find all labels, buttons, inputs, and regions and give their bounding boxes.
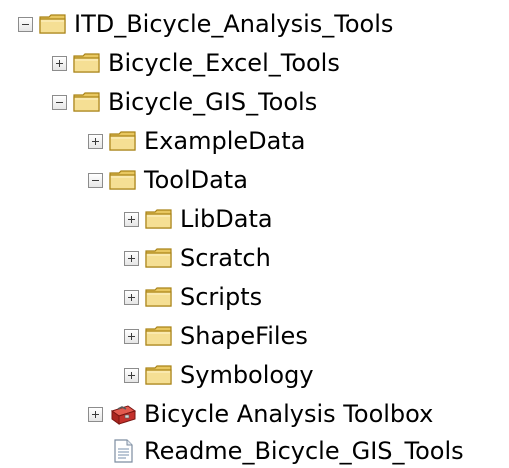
folder-icon bbox=[144, 363, 174, 387]
tree-node-readme[interactable]: Readme_Bicycle_GIS_Tools bbox=[88, 434, 464, 468]
folder-icon bbox=[38, 12, 68, 36]
tree-node-label[interactable]: ToolData bbox=[144, 168, 248, 192]
expand-toggle-icon[interactable] bbox=[124, 250, 139, 266]
document-icon bbox=[108, 439, 138, 463]
expand-toggle-icon[interactable] bbox=[124, 289, 139, 305]
folder-icon bbox=[144, 207, 174, 231]
folder-icon bbox=[144, 285, 174, 309]
tree-node-label[interactable]: ShapeFiles bbox=[180, 324, 308, 348]
tree-node-label[interactable]: Readme_Bicycle_GIS_Tools bbox=[144, 439, 464, 463]
tree-node-label[interactable]: Bicycle_GIS_Tools bbox=[108, 90, 317, 114]
expand-toggle-icon[interactable] bbox=[124, 211, 139, 227]
tree-node-scripts[interactable]: Scripts bbox=[124, 280, 262, 314]
tree-node-label[interactable]: Bicycle Analysis Toolbox bbox=[144, 402, 433, 426]
folder-icon bbox=[72, 90, 102, 114]
tree-node-shape-files[interactable]: ShapeFiles bbox=[124, 319, 308, 353]
toolbox-icon bbox=[108, 402, 138, 426]
folder-icon bbox=[108, 168, 138, 192]
tree-node-label[interactable]: ITD_Bicycle_Analysis_Tools bbox=[74, 12, 393, 36]
expand-toggle-icon[interactable] bbox=[124, 367, 139, 383]
tree-node-symbology[interactable]: Symbology bbox=[124, 358, 314, 392]
expand-toggle-icon[interactable] bbox=[88, 133, 103, 149]
tree-node-toolbox[interactable]: Bicycle Analysis Toolbox bbox=[88, 397, 433, 431]
tree-node-label[interactable]: Symbology bbox=[180, 363, 314, 387]
tree-node-label[interactable]: LibData bbox=[180, 207, 273, 231]
folder-icon bbox=[144, 246, 174, 270]
catalog-tree: ITD_Bicycle_Analysis_Tools Bicycle_Excel… bbox=[0, 0, 509, 468]
tree-node-label[interactable]: Bicycle_Excel_Tools bbox=[108, 51, 340, 75]
folder-icon bbox=[144, 324, 174, 348]
tree-node-label[interactable]: ExampleData bbox=[144, 129, 305, 153]
tree-node-excel-tools[interactable]: Bicycle_Excel_Tools bbox=[52, 46, 340, 80]
toggle-spacer bbox=[88, 444, 103, 459]
tree-node-label[interactable]: Scripts bbox=[180, 285, 262, 309]
tree-node-tool-data[interactable]: ToolData bbox=[88, 163, 248, 197]
collapse-toggle-icon[interactable] bbox=[88, 172, 103, 188]
collapse-toggle-icon[interactable] bbox=[52, 94, 67, 110]
tree-node-gis-tools[interactable]: Bicycle_GIS_Tools bbox=[52, 85, 317, 119]
collapse-toggle-icon[interactable] bbox=[18, 16, 33, 32]
tree-node-label[interactable]: Scratch bbox=[180, 246, 271, 270]
folder-icon bbox=[108, 129, 138, 153]
tree-node-root[interactable]: ITD_Bicycle_Analysis_Tools bbox=[18, 7, 393, 41]
tree-node-scratch[interactable]: Scratch bbox=[124, 241, 271, 275]
expand-toggle-icon[interactable] bbox=[52, 55, 67, 71]
tree-node-example-data[interactable]: ExampleData bbox=[88, 124, 305, 158]
tree-node-lib-data[interactable]: LibData bbox=[124, 202, 273, 236]
expand-toggle-icon[interactable] bbox=[124, 328, 139, 344]
folder-icon bbox=[72, 51, 102, 75]
expand-toggle-icon[interactable] bbox=[88, 406, 103, 422]
